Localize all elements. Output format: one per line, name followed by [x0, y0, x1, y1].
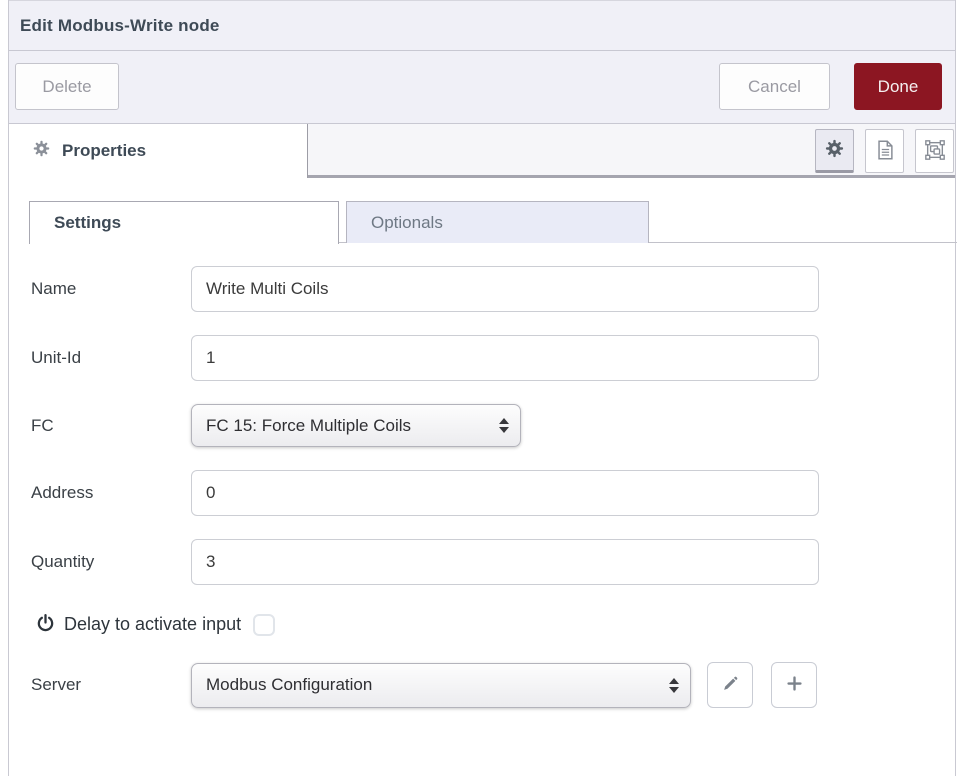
dialog-content: Settings Optionals Name Unit-Id FC FC 15… — [9, 201, 955, 708]
description-pane-button[interactable] — [865, 129, 904, 173]
server-row: Server Modbus Configuration — [31, 662, 955, 708]
gear-icon — [32, 139, 51, 163]
tab-optionals-label: Optionals — [371, 213, 443, 233]
properties-icon-buttons — [815, 129, 954, 173]
address-input[interactable] — [191, 470, 819, 516]
delay-row: Delay to activate input — [36, 610, 955, 639]
select-arrows-icon — [499, 418, 509, 433]
properties-bar: Properties — [9, 124, 955, 178]
select-arrows-icon — [669, 678, 679, 693]
name-label: Name — [31, 279, 191, 299]
add-server-button[interactable] — [771, 662, 817, 708]
edit-server-button[interactable] — [707, 662, 753, 708]
properties-pane-button[interactable] — [815, 129, 854, 173]
name-input[interactable] — [191, 266, 819, 312]
delay-checkbox[interactable] — [253, 614, 275, 636]
unit-id-label: Unit-Id — [31, 348, 191, 368]
document-icon — [874, 139, 896, 164]
quantity-input[interactable] — [191, 539, 819, 585]
fc-select-value: FC 15: Force Multiple Coils — [206, 416, 411, 436]
tab-settings[interactable]: Settings — [29, 201, 339, 244]
properties-tab-label: Properties — [62, 141, 146, 161]
unit-id-input[interactable] — [191, 335, 819, 381]
cancel-button[interactable]: Cancel — [719, 63, 830, 110]
server-label: Server — [31, 675, 191, 695]
power-icon — [36, 613, 55, 637]
form-tabs: Settings Optionals — [29, 201, 957, 243]
delete-button[interactable]: Delete — [15, 63, 119, 110]
server-select[interactable]: Modbus Configuration — [191, 663, 691, 708]
name-row: Name — [31, 266, 955, 312]
dialog-header: Edit Modbus-Write node — [9, 0, 955, 51]
quantity-label: Quantity — [31, 552, 191, 572]
gear-icon — [824, 138, 845, 162]
fc-select[interactable]: FC 15: Force Multiple Coils — [191, 404, 521, 447]
dialog-title: Edit Modbus-Write node — [20, 16, 220, 36]
address-label: Address — [31, 483, 191, 503]
tab-optionals[interactable]: Optionals — [346, 201, 649, 243]
quantity-row: Quantity — [31, 539, 955, 585]
done-button[interactable]: Done — [854, 63, 942, 110]
delay-label: Delay to activate input — [64, 614, 241, 635]
plus-icon — [785, 674, 804, 696]
fc-label: FC — [31, 416, 191, 436]
server-select-value: Modbus Configuration — [206, 675, 372, 695]
dialog-toolbar: Delete Cancel Done — [9, 51, 955, 124]
edit-node-dialog: Edit Modbus-Write node Delete Cancel Don… — [8, 0, 956, 776]
pencil-icon — [721, 675, 739, 696]
tab-properties[interactable]: Properties — [9, 124, 308, 178]
object-group-icon — [924, 139, 946, 164]
toolbar-right-group: Cancel Done — [719, 63, 942, 110]
address-row: Address — [31, 470, 955, 516]
appearance-pane-button[interactable] — [915, 129, 954, 173]
tab-settings-label: Settings — [54, 213, 121, 233]
unit-id-row: Unit-Id — [31, 335, 955, 381]
fc-row: FC FC 15: Force Multiple Coils — [31, 404, 955, 447]
